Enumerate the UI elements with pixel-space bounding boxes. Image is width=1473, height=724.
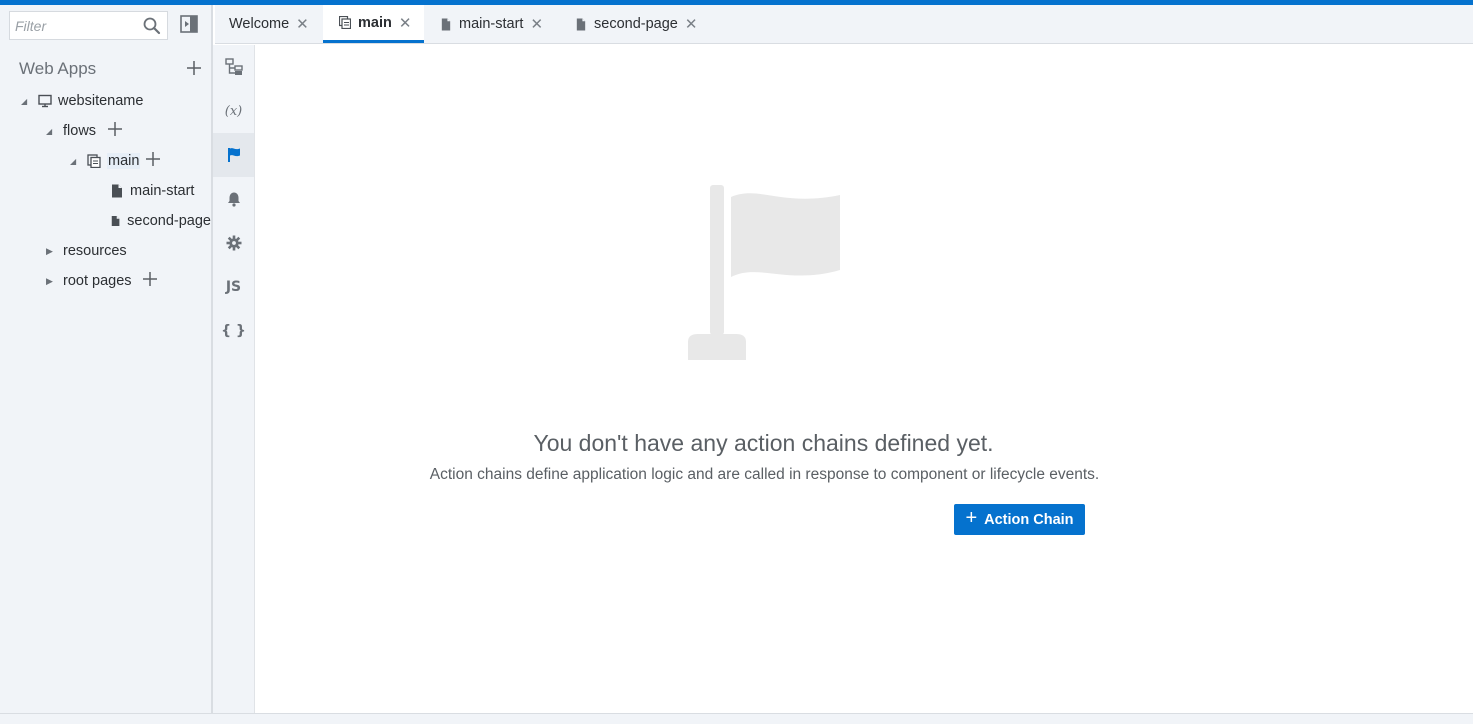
editor-icon-rail: (x) JS { } [213, 45, 255, 713]
add-flow-icon[interactable] [107, 121, 123, 137]
tree-item-label: second-page [127, 213, 211, 229]
button-label: Action Chain [984, 511, 1074, 528]
tree-item-second-page[interactable]: second-page [111, 210, 211, 232]
tab-main[interactable]: main ✕ [323, 5, 424, 43]
empty-state-title: You don't have any action chains defined… [533, 430, 994, 456]
collapsed-caret-icon[interactable]: ▶ [46, 246, 58, 257]
tab-main-start[interactable]: main-start ✕ [425, 5, 553, 43]
expanded-caret-icon[interactable]: ◢ [46, 127, 58, 136]
panel-title: Web Apps [19, 59, 97, 78]
tree-item-main[interactable]: ◢ main [70, 150, 141, 172]
tree-item-resources[interactable]: ▶ resources [46, 240, 127, 262]
tree-item-root-pages[interactable]: ▶ root pages [46, 270, 132, 292]
tree-item-label: resources [63, 243, 127, 259]
json-icon: { } [221, 323, 246, 339]
tree-item-main-start[interactable]: main-start [111, 180, 194, 202]
rail-settings[interactable] [213, 221, 254, 265]
tree-item-label: websitename [58, 93, 144, 109]
close-icon[interactable]: ✕ [399, 14, 412, 32]
plus-icon: + [965, 507, 978, 529]
page-icon [576, 17, 586, 31]
close-icon[interactable]: ✕ [685, 15, 698, 33]
action-chains-icon [227, 148, 240, 162]
rail-json[interactable]: { } [213, 309, 254, 353]
tab-label: second-page [594, 16, 678, 32]
page-icon [111, 216, 120, 226]
tree-item-websitename[interactable]: ◢ websitename [21, 90, 143, 112]
monitor-icon [38, 94, 52, 108]
page-icon [112, 184, 122, 198]
add-web-app-icon[interactable] [186, 60, 202, 76]
filter-box [9, 11, 168, 40]
rail-variables[interactable]: (x) [213, 89, 254, 133]
navigator-panel: Web Apps ◢ websitename ◢ flows ◢ main [0, 5, 213, 713]
flag-illustration-icon [688, 185, 840, 360]
tab-label: main [358, 14, 392, 31]
tree-item-label: main [107, 153, 141, 169]
close-icon[interactable]: ✕ [530, 15, 543, 33]
js-icon: JS [225, 279, 242, 295]
rail-js[interactable]: JS [213, 265, 254, 309]
add-page-icon[interactable] [145, 151, 161, 167]
status-bar [0, 713, 1473, 724]
tab-welcome[interactable]: Welcome ✕ [215, 5, 322, 43]
expanded-caret-icon[interactable]: ◢ [21, 97, 33, 106]
add-action-chain-button[interactable]: + Action Chain [954, 504, 1085, 535]
filter-input[interactable] [10, 12, 138, 39]
tree-item-flows[interactable]: ◢ flows [46, 120, 96, 142]
rail-action-chains[interactable] [213, 133, 254, 177]
tree-item-label: root pages [63, 273, 132, 289]
tab-label: Welcome [229, 16, 290, 32]
main-editor-area [256, 45, 1473, 713]
rail-structure[interactable] [213, 45, 254, 89]
gear-icon [226, 235, 241, 251]
rail-events[interactable] [213, 177, 254, 221]
empty-state-description: Action chains define application logic a… [429, 466, 1100, 483]
add-root-page-icon[interactable] [142, 271, 158, 287]
tree-item-label: flows [63, 123, 97, 139]
flow-icon [87, 154, 101, 168]
close-icon[interactable]: ✕ [296, 15, 309, 33]
structure-icon [224, 58, 243, 75]
expanded-caret-icon[interactable]: ◢ [70, 157, 82, 166]
bell-icon [227, 192, 240, 207]
tree-item-label: main-start [130, 183, 195, 199]
collapsed-caret-icon[interactable]: ▶ [46, 276, 58, 287]
tab-label: main-start [459, 16, 524, 32]
search-icon[interactable] [142, 16, 162, 36]
tab-second-page[interactable]: second-page ✕ [560, 5, 705, 43]
variables-icon: (x) [224, 103, 243, 119]
collapse-panel-icon[interactable] [180, 15, 198, 33]
flow-icon [339, 16, 351, 29]
page-icon [441, 17, 451, 31]
editor-tab-bar: Welcome ✕ main ✕ main-start ✕ second-pag… [215, 5, 1473, 44]
